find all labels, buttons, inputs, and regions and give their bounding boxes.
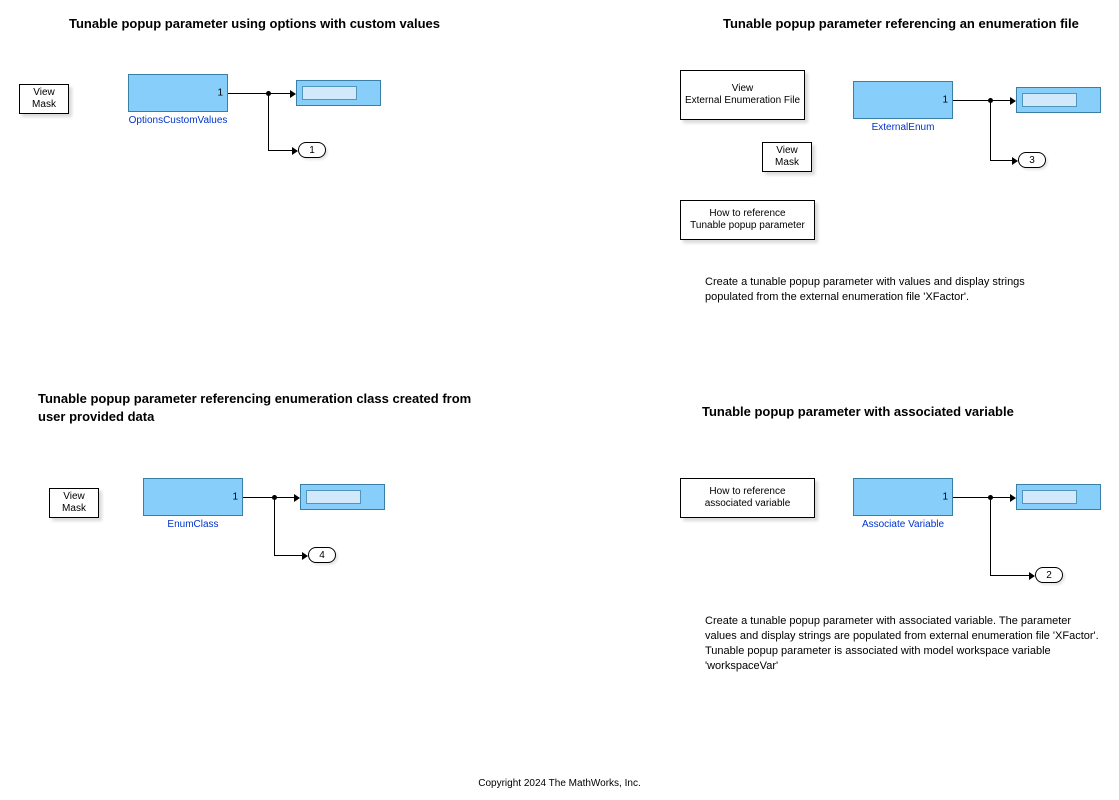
- subsystem-label-s3: EnumClass: [143, 519, 243, 530]
- subsystem-options-custom-values[interactable]: 1: [128, 74, 228, 112]
- wire: [243, 497, 294, 498]
- port-label: 1: [942, 95, 948, 106]
- view-external-enum-button[interactable]: View External Enumeration File: [680, 70, 805, 120]
- subsystem-external-enum[interactable]: 1: [853, 81, 953, 119]
- scope-screen-icon: [306, 490, 361, 504]
- title-s1: Tunable popup parameter using options wi…: [69, 15, 449, 33]
- arrow-icon: [290, 90, 296, 98]
- scope-screen-icon: [302, 86, 357, 100]
- view-mask-button-s1[interactable]: View Mask: [19, 84, 69, 114]
- wire: [953, 497, 1010, 498]
- how-to-reference-button-s4[interactable]: How to reference associated variable: [680, 478, 815, 518]
- arrow-icon: [294, 494, 300, 502]
- port-label: 1: [217, 88, 223, 99]
- scope-block-s2[interactable]: [1016, 87, 1101, 113]
- arrow-icon: [1010, 97, 1016, 105]
- subsystem-label-s1: OptionsCustomValues: [128, 115, 228, 126]
- desc-s4: Create a tunable popup parameter with as…: [705, 614, 1100, 673]
- wire: [268, 93, 269, 150]
- subsystem-label-s2: ExternalEnum: [853, 122, 953, 133]
- wire: [274, 497, 275, 555]
- wire: [268, 150, 292, 151]
- title-s2: Tunable popup parameter referencing an e…: [723, 15, 1113, 33]
- wire: [990, 497, 991, 575]
- wire: [274, 555, 302, 556]
- desc-s2: Create a tunable popup parameter with va…: [705, 275, 1065, 305]
- arrow-icon: [302, 552, 308, 560]
- how-to-reference-button-s2[interactable]: How to reference Tunable popup parameter: [680, 200, 815, 240]
- outport-s3[interactable]: 4: [308, 547, 336, 563]
- copyright-footer: Copyright 2024 The MathWorks, Inc.: [0, 778, 1119, 789]
- arrow-icon: [1010, 494, 1016, 502]
- title-s3: Tunable popup parameter referencing enum…: [38, 390, 498, 425]
- outport-s2[interactable]: 3: [1018, 152, 1046, 168]
- wire: [990, 160, 1012, 161]
- subsystem-associate-variable[interactable]: 1: [853, 478, 953, 516]
- port-label: 1: [942, 492, 948, 503]
- outport-s1[interactable]: 1: [298, 142, 326, 158]
- wire: [228, 93, 290, 94]
- arrow-icon: [292, 147, 298, 155]
- arrow-icon: [1012, 157, 1018, 165]
- wire: [953, 100, 1010, 101]
- scope-block-s4[interactable]: [1016, 484, 1101, 510]
- port-label: 1: [232, 492, 238, 503]
- scope-screen-icon: [1022, 93, 1077, 107]
- view-mask-button-s2[interactable]: View Mask: [762, 142, 812, 172]
- wire: [990, 575, 1029, 576]
- subsystem-label-s4: Associate Variable: [853, 519, 953, 530]
- title-s4: Tunable popup parameter with associated …: [702, 403, 1102, 421]
- scope-block-s3[interactable]: [300, 484, 385, 510]
- wire: [990, 100, 991, 160]
- subsystem-enum-class[interactable]: 1: [143, 478, 243, 516]
- outport-s4[interactable]: 2: [1035, 567, 1063, 583]
- view-mask-button-s3[interactable]: View Mask: [49, 488, 99, 518]
- arrow-icon: [1029, 572, 1035, 580]
- scope-screen-icon: [1022, 490, 1077, 504]
- scope-block-s1[interactable]: [296, 80, 381, 106]
